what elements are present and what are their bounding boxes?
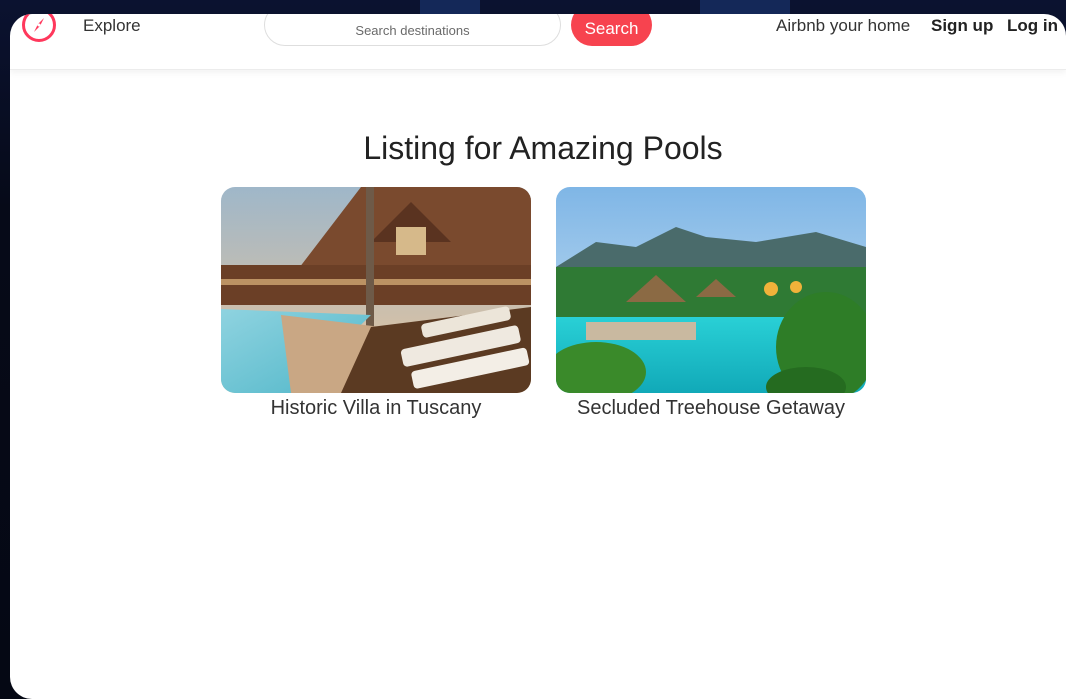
page-title: Listing for Amazing Pools [363, 130, 723, 166]
listing-card[interactable]: Historic Villa in Tuscany [221, 187, 531, 420]
listing-title[interactable]: Historic Villa in Tuscany [221, 397, 531, 420]
backdrop-streak [420, 0, 480, 14]
compass-icon[interactable] [22, 14, 56, 42]
backdrop-streak [700, 0, 790, 14]
browser-page: Explore Search Airbnb your home Sign up … [10, 14, 1066, 699]
explore-link[interactable]: Explore [83, 16, 141, 36]
search-button[interactable]: Search [571, 14, 652, 46]
top-navbar: Explore Search Airbnb your home Sign up … [10, 14, 1066, 70]
listing-card[interactable]: Secluded Treehouse Getaway [556, 187, 866, 420]
host-link[interactable]: Airbnb your home [776, 16, 910, 36]
villa-pool-photo[interactable] [221, 187, 531, 393]
listing-title[interactable]: Secluded Treehouse Getaway [556, 397, 866, 420]
signup-link[interactable]: Sign up [931, 16, 993, 36]
login-link[interactable]: Log in [1007, 16, 1058, 36]
tropical-pool-photo[interactable] [556, 187, 866, 393]
search-input[interactable] [264, 14, 561, 46]
